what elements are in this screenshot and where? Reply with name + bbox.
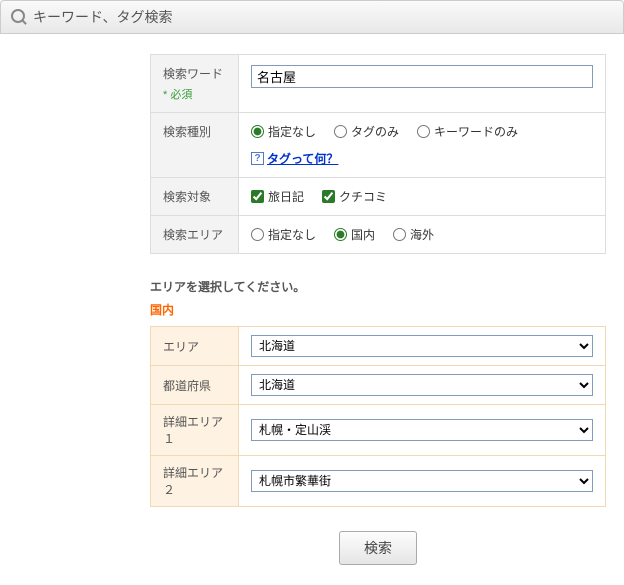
area-select[interactable]: 北海道	[251, 335, 593, 357]
keyword-label-cell: 検索ワード * 必須	[151, 55, 239, 113]
area-row-1-label: 都道府県	[151, 366, 239, 405]
detail-area-1-select[interactable]: 札幌・定山渓	[251, 419, 593, 441]
type-label: 検索種別	[151, 113, 239, 178]
area-instruction: エリアを選択してください。	[150, 278, 606, 295]
area-row-2-label: 詳細エリア１	[151, 405, 239, 456]
target-check-diary[interactable]: 旅日記	[251, 188, 304, 205]
area-radio-none[interactable]: 指定なし	[251, 226, 316, 243]
search-form-table: 検索ワード * 必須 検索種別 指定なし	[150, 54, 606, 254]
tag-help-link[interactable]: タグって何？	[267, 150, 338, 167]
area-radio-none-input[interactable]	[251, 228, 264, 241]
keyword-input[interactable]	[251, 65, 593, 88]
area-row-0-label: エリア	[151, 327, 239, 366]
area-select-table: エリア 北海道 都道府県 北海道 詳細エリア１ 札幌・定山渓 詳細エリア２ 札幌…	[150, 326, 606, 507]
search-icon	[11, 9, 27, 25]
panel-title: キーワード、タグ検索	[33, 7, 172, 27]
area-radio-domestic-input[interactable]	[334, 228, 347, 241]
target-check-review-input[interactable]	[322, 190, 335, 203]
target-check-review[interactable]: クチコミ	[322, 188, 387, 205]
prefecture-select[interactable]: 北海道	[251, 374, 593, 396]
type-radio-tag-input[interactable]	[334, 125, 347, 138]
detail-area-2-select[interactable]: 札幌市繁華街	[251, 470, 593, 492]
type-radio-keyword-input[interactable]	[417, 125, 430, 138]
area-scope-label: 検索エリア	[151, 216, 239, 254]
help-icon: ?	[251, 152, 264, 165]
area-radio-domestic[interactable]: 国内	[334, 226, 375, 243]
panel-header: キーワード、タグ検索	[0, 0, 624, 34]
type-radio-tag[interactable]: タグのみ	[334, 123, 399, 140]
keyword-label: 検索ワード	[163, 67, 223, 81]
target-label: 検索対象	[151, 178, 239, 216]
area-radio-overseas-input[interactable]	[393, 228, 406, 241]
type-radio-none-input[interactable]	[251, 125, 264, 138]
type-radio-keyword[interactable]: キーワードのみ	[417, 123, 518, 140]
area-heading: 国内	[150, 301, 606, 318]
type-radio-none[interactable]: 指定なし	[251, 123, 316, 140]
area-row-3-label: 詳細エリア２	[151, 456, 239, 507]
search-button[interactable]: 検索	[339, 531, 417, 565]
area-radio-overseas[interactable]: 海外	[393, 226, 434, 243]
target-check-diary-input[interactable]	[251, 190, 264, 203]
required-indicator: * 必須	[163, 86, 226, 102]
